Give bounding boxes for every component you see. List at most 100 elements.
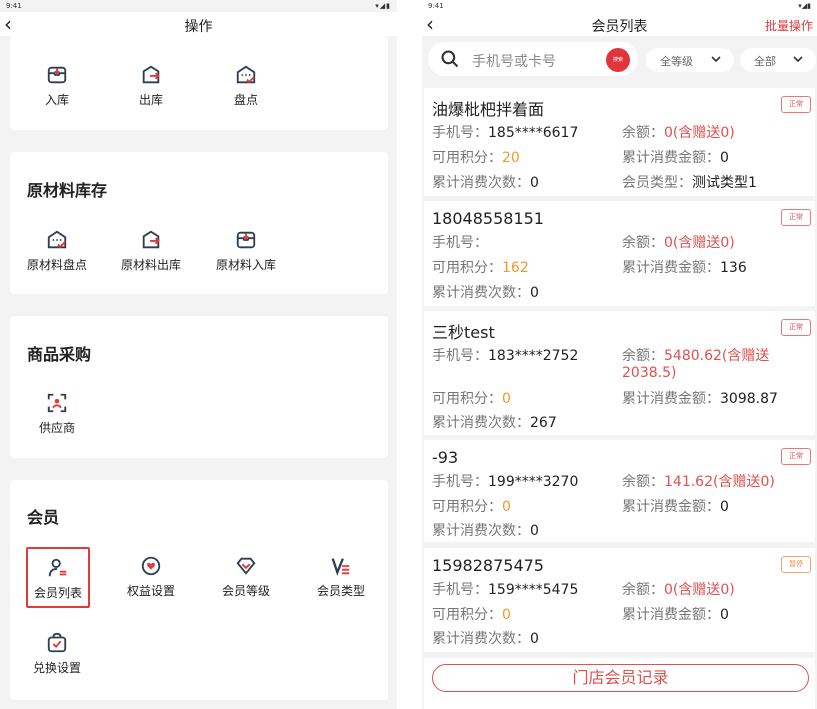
status-icons: ▾◢▮ [375,2,391,10]
total-count-label: 累计消费次数： [432,631,530,647]
total-count-value: 0 [530,631,539,647]
tile-raw-stocktake[interactable]: 原材料盘点 [13,229,101,273]
total-count-value: 0 [530,523,539,539]
tile-label: 会员列表 [33,586,82,600]
total-amount-value: 0 [720,499,729,515]
status-bar: 9:41 ▾◢▮ [0,0,397,12]
level-filter-value: 全等级 [660,55,693,68]
tile-label: 会员等级 [221,584,270,598]
supplier-icon [47,393,67,413]
total-count-value: 0 [530,285,539,301]
chevron-down-icon [711,56,721,63]
member-card[interactable]: -93 正常 手机号：199****3270 余额：141.62(含赠送0) 可… [424,440,815,542]
phone-value: 183****2752 [488,348,579,364]
total-count-field: 累计消费次数：267 [432,412,557,432]
search-bar: 手机号或卡号 搜索 [428,42,638,76]
member-card[interactable]: 三秒test 正常 手机号：183****2752 余额：5480.62(含赠送… [424,311,815,435]
tile-stock-in[interactable]: 入库 [13,64,101,108]
section-title: 会员 [27,508,60,527]
member-list-icon [48,558,67,577]
total-amount-value: 0 [720,607,729,623]
member-name: -93 [432,448,459,467]
points-label: 可用积分： [432,150,502,166]
total-count-value: 0 [530,175,539,191]
points-label: 可用积分： [432,391,502,407]
phone-label: 手机号： [432,235,488,251]
member-list-screen: 9:41 ▾◢▮ ‹ 会员列表 批量操作 手机号或卡号 搜索 全等级 全部 油爆… [422,0,817,709]
balance-value: 0(含赠送0) [664,582,735,598]
total-count-label: 累计消费次数： [432,285,530,301]
tile-label: 会员类型 [316,584,365,598]
search-button[interactable]: 搜索 [606,48,630,72]
phone-label: 手机号： [432,582,488,598]
header: ‹ 会员列表 批量操作 [422,12,817,36]
balance-value: 0(含赠送0) [664,125,735,141]
total-amount-label: 累计消费金额： [622,499,720,515]
raw-material-section: 原材料库存 原材料盘点 原材料出库 原材料入库 [10,152,388,294]
status-icons: ▾◢▮ [798,2,811,10]
tile-member-level[interactable]: 会员等级 [202,555,290,599]
phone-field: 手机号：185****6617 [432,122,578,142]
tile-stocktake[interactable]: 盘点 [202,64,290,108]
total-amount-field: 累计消费金额：0 [622,147,729,167]
total-count-label: 累计消费次数： [432,175,530,191]
chevron-down-icon [793,56,803,63]
total-amount-field: 累计消费金额：0 [622,604,729,624]
status-badge: 正常 [781,209,811,226]
balance-field: 余额：0(含赠送0) [622,579,735,599]
status-filter[interactable]: 全部 [740,48,816,72]
status-badge: 暂停 [781,556,811,573]
total-count-label: 累计消费次数： [432,415,530,431]
total-count-field: 累计消费次数：0 [432,628,539,648]
total-count-label: 累计消费次数： [432,523,530,539]
tile-label: 原材料出库 [120,258,181,272]
tile-benefits[interactable]: 权益设置 [107,555,195,599]
section-title: 商品采购 [27,345,92,364]
tile-redeem[interactable]: 兑换设置 [13,632,101,676]
phone-value: 199****3270 [488,474,579,490]
status-badge: 正常 [781,448,811,465]
tile-stock-out[interactable]: 出库 [107,64,195,108]
member-card[interactable]: 18048558151 正常 手机号： 余额：0(含赠送0) 可用积分：162 … [424,201,815,306]
balance-field: 余额：0(含赠送0) [622,232,735,252]
section-title: 原材料库存 [27,181,108,200]
member-card[interactable]: 油爆枇杷拌着面 正常 手机号：185****6617 余额：0(含赠送0) 可用… [424,88,815,196]
level-filter[interactable]: 全等级 [646,48,734,72]
tile-member-list[interactable]: 会员列表 [26,547,90,608]
balance-label: 余额： [622,125,664,141]
status-badge: 正常 [781,96,811,113]
points-value: 20 [502,150,520,166]
phone-value: 159****5475 [488,582,579,598]
balance-label: 余额： [622,474,664,490]
status-filter-value: 全部 [754,55,776,68]
batch-operation-button[interactable]: 批量操作 [765,17,813,34]
total-count-field: 累计消费次数：0 [432,282,539,302]
balance-value: 141.62(含赠送0) [664,474,775,490]
tile-label: 兑换设置 [32,661,81,675]
balance-field: 余额：0(含赠送0) [622,122,735,142]
total-amount-field: 累计消费金额：0 [622,496,729,516]
balance-field: 余额：141.62(含赠送0) [622,471,775,491]
balance-label: 余额： [622,582,664,598]
tile-member-type[interactable]: 会员类型 [297,555,385,599]
phone-field: 手机号：183****2752 [432,345,578,365]
tile-raw-in[interactable]: 原材料入库 [202,229,290,273]
points-value: 0 [502,607,511,623]
tile-supplier[interactable]: 供应商 [13,392,101,436]
tile-raw-out[interactable]: 原材料出库 [107,229,195,273]
redeem-icon [47,632,67,653]
operations-screen: 9:41 ▾◢▮ ‹ 操作 入库 出库 盘点 原材料库存 原材料盘点 原材料出库… [0,0,397,709]
page-title: 操作 [184,19,213,35]
points-field: 可用积分：0 [432,496,511,516]
member-type-field: 会员类型：测试类型1 [622,172,757,192]
diamond-icon [236,557,256,575]
member-card[interactable]: 15982875475 暂停 手机号：159****5475 余额：0(含赠送0… [424,548,815,652]
member-name: 三秒test [432,323,495,342]
search-icon [441,50,459,68]
store-member-records-button[interactable]: 门店会员记录 [432,664,809,692]
total-amount-label: 累计消费金额： [622,607,720,623]
inbox-in-icon [236,231,256,249]
search-input[interactable]: 手机号或卡号 [472,51,556,71]
total-amount-label: 累计消费金额： [622,391,720,407]
page-title: 会员列表 [591,19,648,35]
